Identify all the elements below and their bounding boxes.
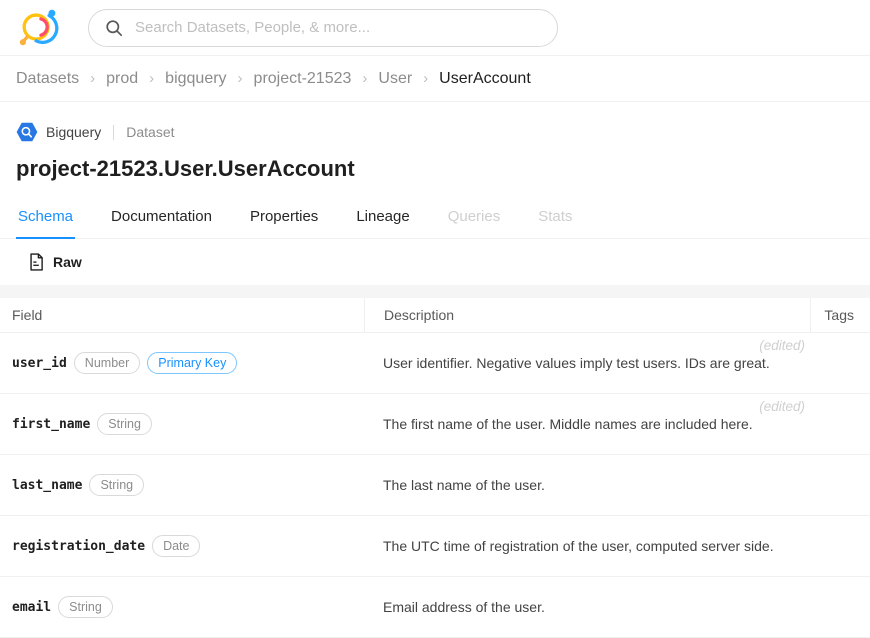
tags-cell[interactable] bbox=[810, 394, 870, 454]
field-description[interactable]: The last name of the user. bbox=[383, 477, 545, 493]
schema-toolbar: Raw bbox=[0, 239, 870, 285]
tab-queries: Queries bbox=[447, 208, 501, 225]
breadcrumb-separator: › bbox=[362, 70, 368, 87]
breadcrumb-separator: › bbox=[237, 70, 243, 87]
top-navbar bbox=[0, 0, 870, 56]
type-badge: String bbox=[97, 413, 152, 435]
table-row: email String Email address of the user. bbox=[0, 577, 870, 638]
breadcrumb-item-useraccount: UserAccount bbox=[439, 69, 531, 87]
type-badge: String bbox=[89, 474, 145, 496]
document-icon bbox=[30, 253, 43, 271]
search-icon bbox=[105, 19, 123, 37]
tags-cell[interactable] bbox=[810, 455, 870, 515]
table-row: first_name String (edited) The first nam… bbox=[0, 394, 870, 455]
field-description[interactable]: Email address of the user. bbox=[383, 599, 545, 615]
breadcrumb-item-prod[interactable]: prod bbox=[106, 70, 138, 88]
table-header-row: Field Description Tags bbox=[0, 298, 870, 333]
field-description[interactable]: User identifier. Negative values imply t… bbox=[383, 355, 770, 371]
tab-schema[interactable]: Schema bbox=[16, 199, 76, 239]
datahub-logo-icon bbox=[19, 9, 59, 45]
column-header-tags: Tags bbox=[810, 298, 870, 332]
bigquery-icon bbox=[16, 122, 38, 142]
field-name: registration_date bbox=[12, 538, 146, 554]
table-row: last_name String The last name of the us… bbox=[0, 455, 870, 516]
type-badge: String bbox=[58, 596, 113, 618]
edited-marker: (edited) bbox=[759, 338, 805, 353]
breadcrumb-separator: › bbox=[90, 70, 96, 87]
tags-cell[interactable] bbox=[810, 516, 870, 576]
tab-bar: Schema Documentation Properties Lineage … bbox=[0, 199, 870, 239]
field-description[interactable]: The UTC time of registration of the user… bbox=[383, 538, 774, 554]
datahub-logo[interactable] bbox=[16, 5, 62, 51]
field-name: first_name bbox=[12, 416, 91, 432]
search-bar[interactable] bbox=[88, 8, 558, 47]
breadcrumb-item-bigquery[interactable]: bigquery bbox=[165, 70, 226, 88]
raw-toggle-button[interactable]: Raw bbox=[29, 253, 82, 271]
tab-properties[interactable]: Properties bbox=[248, 199, 320, 239]
breadcrumb-separator: › bbox=[149, 70, 155, 87]
type-badge: Number bbox=[73, 352, 141, 374]
breadcrumb-item-user[interactable]: User bbox=[378, 70, 412, 88]
entity-type-label: Dataset bbox=[126, 124, 175, 140]
column-header-field: Field bbox=[12, 307, 43, 323]
entity-header: Bigquery Dataset project-21523.User.User… bbox=[0, 102, 870, 182]
breadcrumb-item-datasets[interactable]: Datasets bbox=[16, 70, 79, 88]
table-row: user_id Number Primary Key (edited) User… bbox=[0, 333, 870, 394]
tags-cell[interactable] bbox=[810, 577, 870, 637]
table-toolbar-divider bbox=[0, 285, 870, 298]
platform-name[interactable]: Bigquery bbox=[46, 124, 101, 140]
type-badge: Date bbox=[152, 535, 201, 557]
tab-documentation[interactable]: Documentation bbox=[109, 199, 214, 239]
tab-stats: Stats bbox=[538, 208, 573, 225]
raw-toggle-label: Raw bbox=[53, 254, 82, 270]
table-row: registration_date Date The UTC time of r… bbox=[0, 516, 870, 577]
page-title: project-21523.User.UserAccount bbox=[16, 156, 355, 181]
field-name: user_id bbox=[12, 355, 67, 371]
tab-lineage[interactable]: Lineage bbox=[354, 199, 411, 239]
breadcrumb-separator: › bbox=[423, 70, 429, 87]
field-name: last_name bbox=[12, 477, 83, 493]
tags-cell[interactable] bbox=[810, 333, 870, 393]
breadcrumb-item-project[interactable]: project-21523 bbox=[254, 70, 352, 88]
platform-row: Bigquery Dataset bbox=[16, 122, 854, 142]
edited-marker: (edited) bbox=[759, 399, 805, 414]
field-name: email bbox=[12, 599, 52, 615]
search-input[interactable] bbox=[133, 18, 541, 37]
schema-table: Field Description Tags user_id Number Pr… bbox=[0, 298, 870, 638]
field-description[interactable]: The first name of the user. Middle names… bbox=[383, 416, 753, 432]
breadcrumb: Datasets › prod › bigquery › project-215… bbox=[0, 56, 870, 102]
column-header-description: Description bbox=[364, 298, 810, 332]
platform-divider bbox=[113, 124, 115, 140]
primary-key-badge: Primary Key bbox=[147, 352, 238, 374]
